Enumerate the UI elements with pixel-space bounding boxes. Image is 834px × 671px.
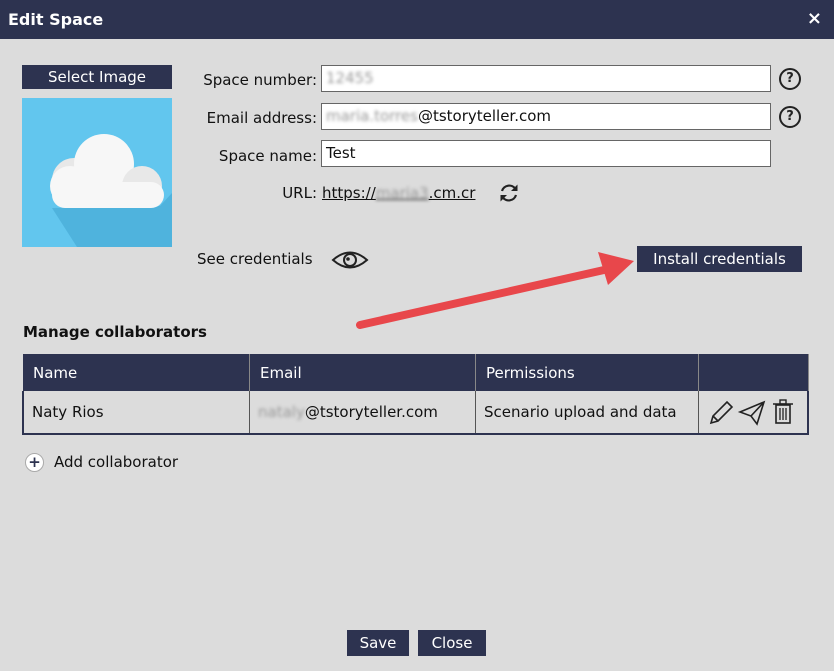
- space-url-link[interactable]: https://maria3.cm.cr: [322, 184, 475, 202]
- collaborators-table: Name Email Permissions Naty Rios nataly@…: [22, 354, 809, 435]
- eye-icon[interactable]: [331, 249, 369, 271]
- column-header-actions: [698, 354, 809, 391]
- dialog-titlebar: Edit Space ×: [0, 0, 834, 39]
- add-collaborator-button[interactable]: + Add collaborator: [25, 453, 178, 472]
- help-icon[interactable]: ?: [779, 106, 801, 128]
- add-collaborator-label: Add collaborator: [54, 453, 179, 471]
- see-credentials-label: See credentials: [197, 250, 313, 268]
- manage-collaborators-title: Manage collaborators: [23, 323, 207, 341]
- space-name-label: Space name:: [218, 147, 317, 165]
- table-row: Naty Rios nataly@tstoryteller.com Scenar…: [22, 391, 809, 435]
- email-label: Email address:: [206, 109, 317, 127]
- dialog-title: Edit Space: [8, 10, 104, 29]
- row-actions-icons: [709, 399, 793, 426]
- collaborator-permissions: Scenario upload and data: [475, 391, 699, 435]
- send-icon[interactable]: [737, 400, 766, 426]
- collaborator-email-blurred: nataly: [258, 403, 305, 421]
- select-image-button[interactable]: Select Image: [22, 65, 172, 89]
- close-icon[interactable]: ×: [807, 8, 822, 29]
- column-header-email: Email: [249, 354, 476, 391]
- cloud-icon: [50, 134, 172, 247]
- plus-icon: +: [25, 453, 44, 472]
- close-button[interactable]: Close: [418, 630, 486, 656]
- collaborator-email: nataly@tstoryteller.com: [249, 391, 476, 435]
- space-number-label: Space number:: [203, 71, 317, 89]
- column-header-permissions: Permissions: [475, 354, 699, 391]
- edit-icon[interactable]: [709, 400, 734, 425]
- url-suffix: .cm.cr: [428, 184, 476, 202]
- url-blurred-part: maria3: [375, 184, 429, 202]
- email-domain: @tstoryteller.com: [417, 107, 552, 125]
- table-header-row: Name Email Permissions: [23, 354, 809, 391]
- collaborator-name: Naty Rios: [22, 391, 250, 435]
- column-header-name: Name: [23, 354, 250, 391]
- refresh-icon[interactable]: [498, 182, 520, 204]
- install-credentials-button[interactable]: Install credentials: [637, 246, 802, 272]
- collaborator-actions: [698, 391, 809, 435]
- save-button[interactable]: Save: [347, 630, 409, 656]
- collaborator-email-domain: @tstoryteller.com: [304, 403, 438, 421]
- email-field[interactable]: maria.torres@tstoryteller.com: [321, 103, 771, 130]
- help-icon[interactable]: ?: [779, 68, 801, 90]
- url-prefix: https://: [322, 184, 376, 202]
- email-blurred-part: maria.torres: [326, 107, 418, 125]
- space-number-field[interactable]: 12455: [321, 65, 771, 92]
- delete-icon[interactable]: [773, 399, 793, 424]
- space-number-value: 12455: [326, 69, 374, 87]
- space-name-field[interactable]: Test: [321, 140, 771, 167]
- space-name-value: Test: [326, 144, 356, 162]
- space-image[interactable]: [22, 98, 172, 247]
- url-label: URL:: [282, 184, 317, 202]
